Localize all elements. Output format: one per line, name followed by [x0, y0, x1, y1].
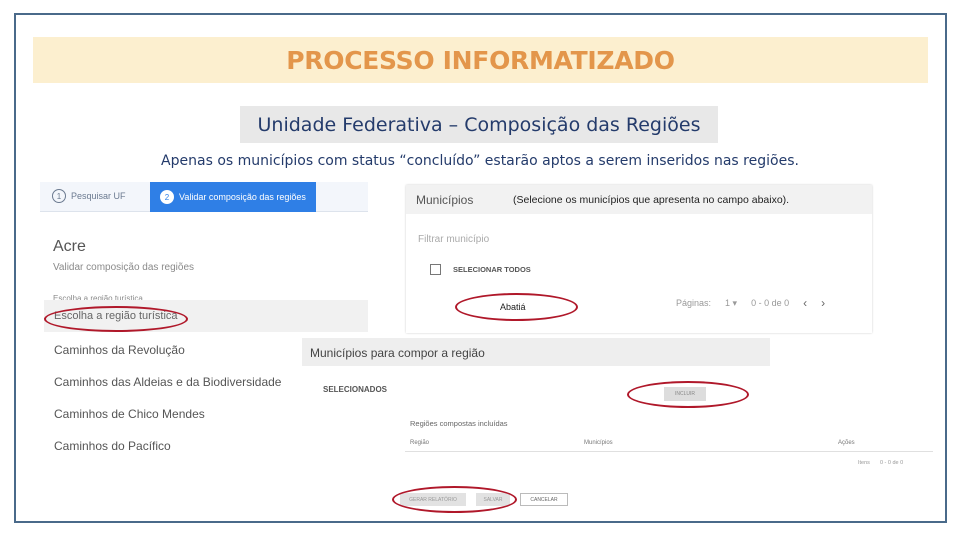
- highlight-ellipse: [44, 306, 188, 332]
- municipios-pager: Páginas: 1 ▾ 0 - 0 de 0 ‹ ›: [676, 296, 825, 310]
- table-divider: [405, 451, 933, 452]
- regions-pager: Itens 0 - 0 de 0: [858, 460, 903, 466]
- step-number: 2: [160, 190, 174, 204]
- highlight-ellipse: [392, 486, 517, 513]
- slide-title: PROCESSO INFORMATIZADO: [286, 45, 675, 75]
- slide-subtitle: Unidade Federativa – Composição das Regi…: [240, 106, 718, 143]
- highlight-ellipse: [455, 293, 578, 321]
- checkbox-icon: [430, 264, 441, 275]
- chevron-right-icon[interactable]: ›: [821, 296, 825, 310]
- composition-header: Municípios para compor a região: [302, 338, 770, 366]
- step-number: 1: [52, 189, 66, 203]
- regions-table-title: Regiões compostas incluídas: [410, 419, 508, 428]
- slide-note: Apenas os municípios com status “concluí…: [161, 153, 799, 169]
- region-option[interactable]: Caminhos do Pacífico: [54, 439, 171, 453]
- title-bar: PROCESSO INFORMATIZADO: [33, 37, 928, 83]
- municipio-filter-input[interactable]: Filtrar município: [418, 234, 489, 245]
- highlight-ellipse: [627, 381, 749, 408]
- select-all-label: SELECIONAR TODOS: [453, 265, 531, 274]
- tab-selecionados[interactable]: SELECIONADOS: [323, 385, 387, 394]
- municipios-title: Municípios: [416, 193, 474, 207]
- pager-range: 0 - 0 de 0: [879, 460, 904, 466]
- wizard-stepper: 1 Pesquisar UF 2 Validar composição das …: [40, 182, 368, 212]
- region-option[interactable]: Caminhos da Revolução: [54, 343, 185, 357]
- step-search-uf[interactable]: 1 Pesquisar UF: [52, 189, 126, 203]
- column-header: Municípios: [584, 440, 613, 446]
- step-label: Pesquisar UF: [71, 191, 126, 201]
- municipios-hint: (Selecione os municípios que apresenta n…: [513, 194, 790, 206]
- uf-name: Acre: [53, 238, 86, 255]
- uf-description: Validar composição das regiões: [53, 262, 195, 273]
- pager-label: Páginas:: [676, 298, 712, 308]
- step-validate-regions[interactable]: 2 Validar composição das regiões: [150, 182, 316, 212]
- pager-label: Itens: [858, 460, 870, 466]
- pager-page-select[interactable]: 1 ▾: [725, 298, 737, 309]
- column-header: Ações: [838, 440, 855, 446]
- municipios-header: Municípios (Selecione os municípios que …: [406, 185, 872, 214]
- composition-title: Municípios para compor a região: [310, 346, 485, 360]
- select-all-checkbox[interactable]: SELECIONAR TODOS: [430, 264, 531, 275]
- step-label: Validar composição das regiões: [179, 192, 306, 202]
- region-option[interactable]: Caminhos de Chico Mendes: [54, 407, 205, 421]
- pager-range: 0 - 0 de 0: [751, 298, 790, 308]
- cancel-button[interactable]: CANCELAR: [520, 493, 568, 506]
- region-option[interactable]: Caminhos das Aldeias e da Biodiversidade: [54, 375, 281, 389]
- chevron-left-icon[interactable]: ‹: [803, 296, 807, 310]
- column-header: Região: [410, 440, 430, 446]
